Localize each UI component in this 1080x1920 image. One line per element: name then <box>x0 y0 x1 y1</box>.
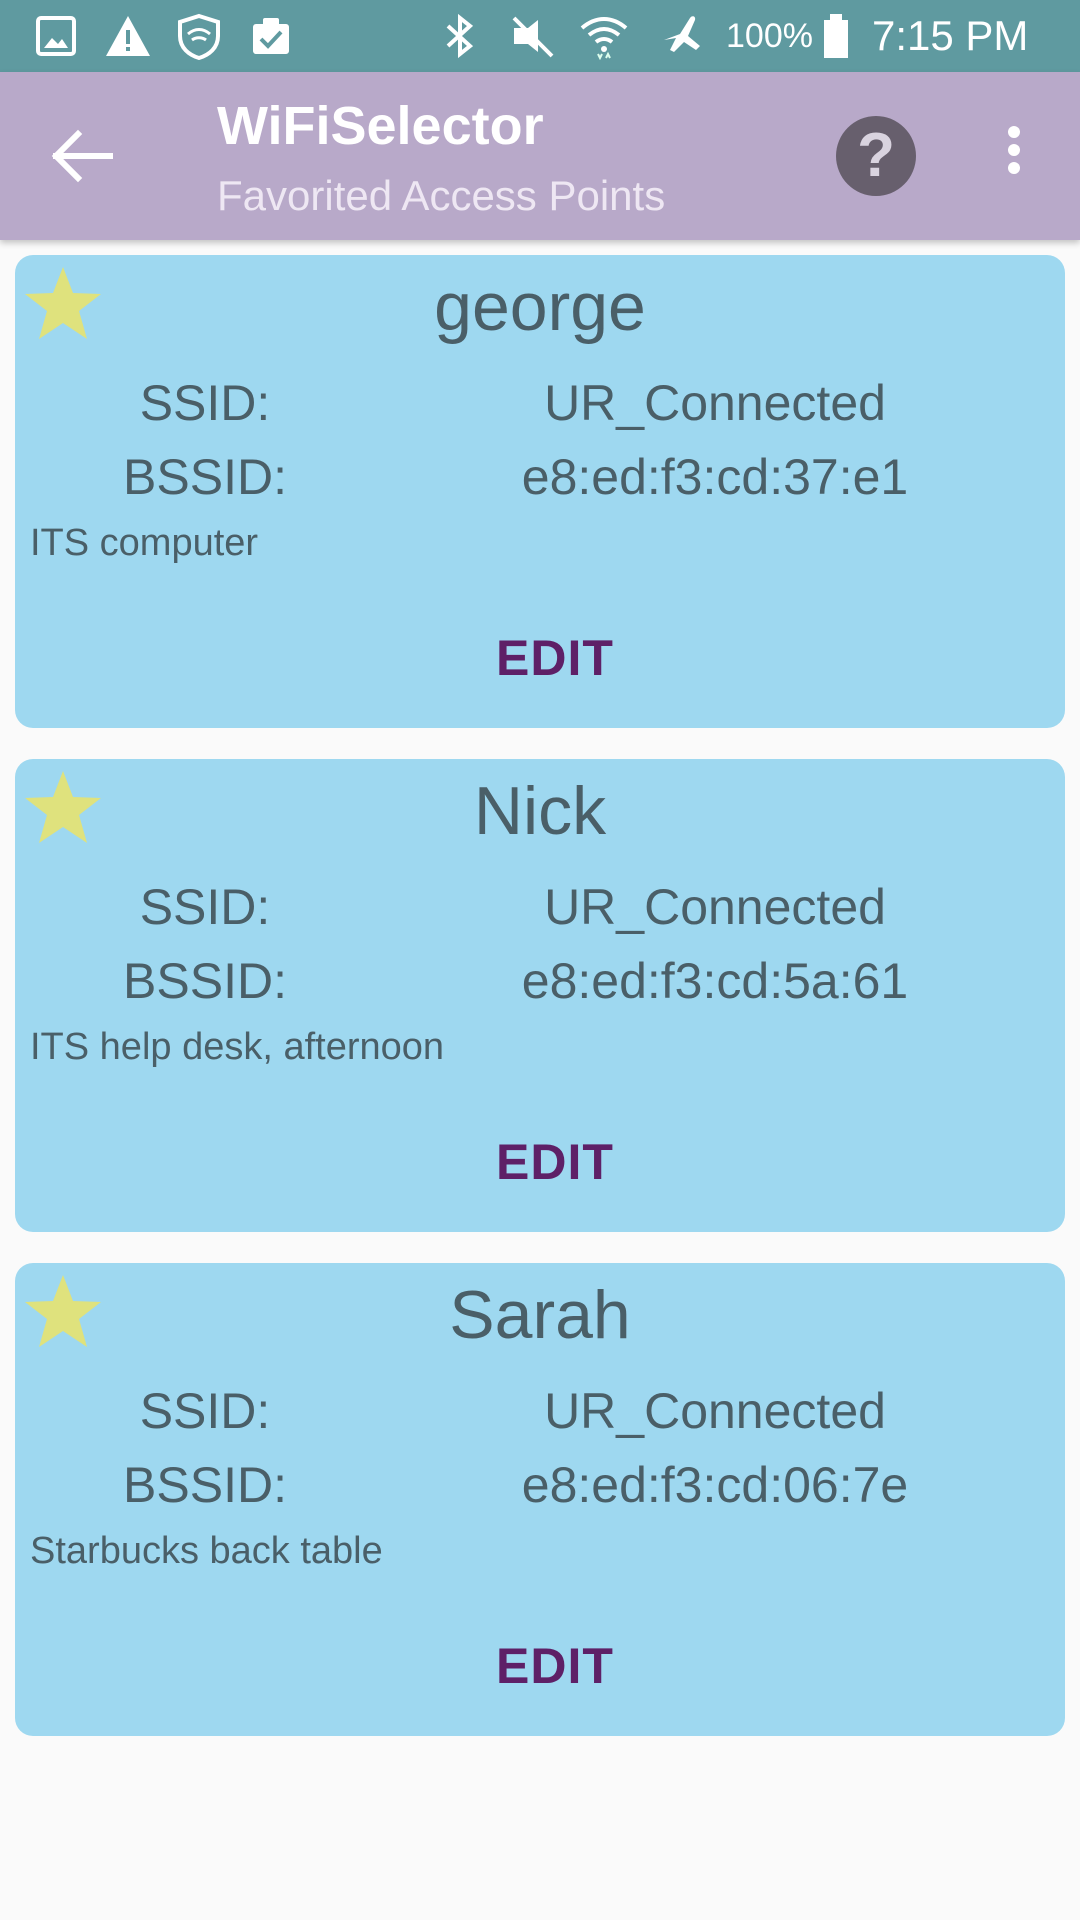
clock: 7:15 PM <box>872 12 1029 59</box>
help-button[interactable]: ? <box>836 116 916 196</box>
access-point-name: Nick <box>473 773 607 849</box>
bssid-value: e8:ed:f3:cd:37:e1 <box>521 449 909 505</box>
access-point-card: Sarah SSID: UR_Connected BSSID: e8:ed:f3… <box>15 1263 1065 1736</box>
clipboard-icon <box>253 18 289 54</box>
app-title: WiFiSelector <box>217 96 544 156</box>
ssid-value: UR_Connected <box>544 1383 886 1439</box>
app-bar: WiFiSelector Favorited Access Points ? <box>0 72 1080 240</box>
access-point-note: ITS computer <box>30 522 259 564</box>
bssid-value: e8:ed:f3:cd:5a:61 <box>521 953 909 1009</box>
ssid-value: UR_Connected <box>544 879 886 935</box>
bssid-label: BSSID: <box>123 953 287 1009</box>
shield-wifi-icon <box>178 13 220 60</box>
app-subtitle: Favorited Access Points <box>217 172 666 219</box>
access-point-card: george SSID: UR_Connected BSSID: e8:ed:f… <box>15 255 1065 728</box>
access-point-card: Nick SSID: UR_Connected BSSID: e8:ed:f3:… <box>15 759 1065 1232</box>
battery-percent: 100% <box>726 17 813 55</box>
gallery-icon <box>36 16 76 56</box>
ssid-label: SSID: <box>139 879 271 935</box>
ssid-label: SSID: <box>139 1383 271 1439</box>
battery-icon <box>824 14 848 58</box>
bssid-label: BSSID: <box>123 449 287 505</box>
access-point-name: Sarah <box>449 1277 631 1353</box>
ssid-label: SSID: <box>139 375 271 431</box>
wifi-icon <box>580 17 628 60</box>
bssid-value: e8:ed:f3:cd:06:7e <box>521 1457 909 1513</box>
edit-button[interactable]: EDIT <box>430 1631 680 1701</box>
access-point-name: george <box>434 269 646 345</box>
access-point-note: ITS help desk, afternoon <box>30 1026 445 1068</box>
overflow-menu-icon[interactable] <box>994 124 1034 176</box>
status-bar: 100% 7:15 PM <box>0 0 1080 72</box>
bssid-label: BSSID: <box>123 1457 287 1513</box>
vibrate-off-icon <box>512 16 554 58</box>
airplane-icon <box>664 16 700 52</box>
access-point-note: Starbucks back table <box>30 1530 383 1572</box>
warning-icon <box>106 16 150 56</box>
edit-button[interactable]: EDIT <box>430 623 680 693</box>
back-arrow-icon[interactable] <box>44 124 124 188</box>
edit-button[interactable]: EDIT <box>430 1127 680 1197</box>
ssid-value: UR_Connected <box>544 375 886 431</box>
bluetooth-icon <box>446 13 474 59</box>
